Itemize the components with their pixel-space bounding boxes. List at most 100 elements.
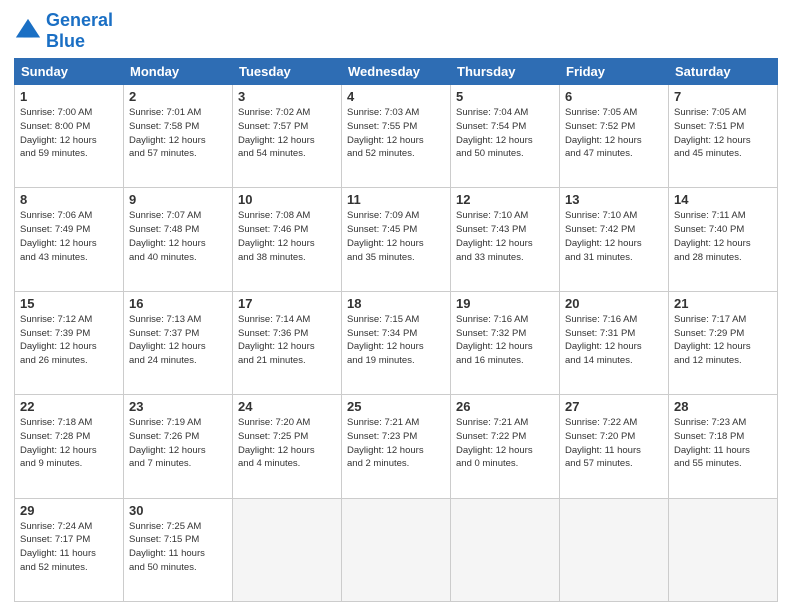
day-info: Sunrise: 7:03 AM Sunset: 7:55 PM Dayligh… [347, 106, 445, 161]
day-number: 20 [565, 296, 663, 311]
day-info: Sunrise: 7:11 AM Sunset: 7:40 PM Dayligh… [674, 209, 772, 264]
day-info: Sunrise: 7:10 AM Sunset: 7:43 PM Dayligh… [456, 209, 554, 264]
day-number: 24 [238, 399, 336, 414]
calendar-header-cell: Thursday [451, 59, 560, 85]
calendar-cell [233, 498, 342, 601]
calendar-week-row: 22 Sunrise: 7:18 AM Sunset: 7:28 PM Dayli… [15, 395, 778, 498]
day-number: 18 [347, 296, 445, 311]
day-info: Sunrise: 7:25 AM Sunset: 7:15 PM Dayligh… [129, 520, 227, 575]
day-number: 19 [456, 296, 554, 311]
day-info: Sunrise: 7:24 AM Sunset: 7:17 PM Dayligh… [20, 520, 118, 575]
calendar-cell: 10 Sunrise: 7:08 AM Sunset: 7:46 PM Dayli… [233, 188, 342, 291]
calendar-cell: 13 Sunrise: 7:10 AM Sunset: 7:42 PM Dayli… [560, 188, 669, 291]
day-number: 9 [129, 192, 227, 207]
day-info: Sunrise: 7:02 AM Sunset: 7:57 PM Dayligh… [238, 106, 336, 161]
day-info: Sunrise: 7:15 AM Sunset: 7:34 PM Dayligh… [347, 313, 445, 368]
calendar-cell: 1 Sunrise: 7:00 AM Sunset: 8:00 PM Daylig… [15, 85, 124, 188]
day-number: 26 [456, 399, 554, 414]
calendar-cell: 14 Sunrise: 7:11 AM Sunset: 7:40 PM Dayli… [669, 188, 778, 291]
calendar-cell: 28 Sunrise: 7:23 AM Sunset: 7:18 PM Dayli… [669, 395, 778, 498]
calendar-cell: 19 Sunrise: 7:16 AM Sunset: 7:32 PM Dayli… [451, 291, 560, 394]
calendar-cell: 11 Sunrise: 7:09 AM Sunset: 7:45 PM Dayli… [342, 188, 451, 291]
calendar-cell [451, 498, 560, 601]
day-info: Sunrise: 7:10 AM Sunset: 7:42 PM Dayligh… [565, 209, 663, 264]
day-number: 4 [347, 89, 445, 104]
day-number: 8 [20, 192, 118, 207]
calendar-cell: 12 Sunrise: 7:10 AM Sunset: 7:43 PM Dayli… [451, 188, 560, 291]
calendar-week-row: 29 Sunrise: 7:24 AM Sunset: 7:17 PM Dayli… [15, 498, 778, 601]
calendar-table: SundayMondayTuesdayWednesdayThursdayFrid… [14, 58, 778, 602]
calendar-cell: 3 Sunrise: 7:02 AM Sunset: 7:57 PM Daylig… [233, 85, 342, 188]
calendar-cell: 18 Sunrise: 7:15 AM Sunset: 7:34 PM Dayli… [342, 291, 451, 394]
calendar-cell: 27 Sunrise: 7:22 AM Sunset: 7:20 PM Dayli… [560, 395, 669, 498]
calendar-week-row: 1 Sunrise: 7:00 AM Sunset: 8:00 PM Daylig… [15, 85, 778, 188]
day-info: Sunrise: 7:19 AM Sunset: 7:26 PM Dayligh… [129, 416, 227, 471]
calendar-cell: 6Sunrise: 7:05 AM Sunset: 7:52 PM Daylig… [560, 85, 669, 188]
calendar-cell: 5Sunrise: 7:04 AM Sunset: 7:54 PM Daylig… [451, 85, 560, 188]
day-number: 16 [129, 296, 227, 311]
calendar-header-row: SundayMondayTuesdayWednesdayThursdayFrid… [15, 59, 778, 85]
day-number: 28 [674, 399, 772, 414]
calendar-cell: 9 Sunrise: 7:07 AM Sunset: 7:48 PM Daylig… [124, 188, 233, 291]
day-info: Sunrise: 7:06 AM Sunset: 7:49 PM Dayligh… [20, 209, 118, 264]
day-info: Sunrise: 7:16 AM Sunset: 7:31 PM Dayligh… [565, 313, 663, 368]
day-info: Sunrise: 7:20 AM Sunset: 7:25 PM Dayligh… [238, 416, 336, 471]
day-number: 14 [674, 192, 772, 207]
calendar-header-cell: Monday [124, 59, 233, 85]
day-info: Sunrise: 7:18 AM Sunset: 7:28 PM Dayligh… [20, 416, 118, 471]
calendar-week-row: 15Sunrise: 7:12 AM Sunset: 7:39 PM Dayli… [15, 291, 778, 394]
calendar-header-cell: Sunday [15, 59, 124, 85]
day-number: 11 [347, 192, 445, 207]
logo: GeneralBlue [14, 10, 113, 52]
logo-icon [14, 17, 42, 45]
day-number: 13 [565, 192, 663, 207]
calendar-cell: 17Sunrise: 7:14 AM Sunset: 7:36 PM Dayli… [233, 291, 342, 394]
calendar-cell: 30 Sunrise: 7:25 AM Sunset: 7:15 PM Dayli… [124, 498, 233, 601]
page: GeneralBlue SundayMondayTuesdayWednesday… [0, 0, 792, 612]
day-info: Sunrise: 7:01 AM Sunset: 7:58 PM Dayligh… [129, 106, 227, 161]
calendar-header-cell: Saturday [669, 59, 778, 85]
calendar-cell [560, 498, 669, 601]
calendar-body: 1 Sunrise: 7:00 AM Sunset: 8:00 PM Daylig… [15, 85, 778, 602]
day-info: Sunrise: 7:08 AM Sunset: 7:46 PM Dayligh… [238, 209, 336, 264]
calendar-header-cell: Friday [560, 59, 669, 85]
calendar-cell: 15Sunrise: 7:12 AM Sunset: 7:39 PM Dayli… [15, 291, 124, 394]
day-info: Sunrise: 7:07 AM Sunset: 7:48 PM Dayligh… [129, 209, 227, 264]
day-info: Sunrise: 7:00 AM Sunset: 8:00 PM Dayligh… [20, 106, 118, 161]
day-info: Sunrise: 7:14 AM Sunset: 7:36 PM Dayligh… [238, 313, 336, 368]
calendar-cell: 16 Sunrise: 7:13 AM Sunset: 7:37 PM Dayli… [124, 291, 233, 394]
day-number: 3 [238, 89, 336, 104]
day-number: 22 [20, 399, 118, 414]
day-number: 27 [565, 399, 663, 414]
calendar-cell: 7Sunrise: 7:05 AM Sunset: 7:51 PM Daylig… [669, 85, 778, 188]
day-info: Sunrise: 7:13 AM Sunset: 7:37 PM Dayligh… [129, 313, 227, 368]
logo-text: GeneralBlue [46, 10, 113, 52]
calendar-header-cell: Wednesday [342, 59, 451, 85]
day-number: 30 [129, 503, 227, 518]
calendar-week-row: 8 Sunrise: 7:06 AM Sunset: 7:49 PM Daylig… [15, 188, 778, 291]
calendar-cell: 25Sunrise: 7:21 AM Sunset: 7:23 PM Dayli… [342, 395, 451, 498]
calendar-cell: 8 Sunrise: 7:06 AM Sunset: 7:49 PM Daylig… [15, 188, 124, 291]
day-info: Sunrise: 7:16 AM Sunset: 7:32 PM Dayligh… [456, 313, 554, 368]
day-number: 5 [456, 89, 554, 104]
day-info: Sunrise: 7:17 AM Sunset: 7:29 PM Dayligh… [674, 313, 772, 368]
day-info: Sunrise: 7:23 AM Sunset: 7:18 PM Dayligh… [674, 416, 772, 471]
calendar-cell: 20 Sunrise: 7:16 AM Sunset: 7:31 PM Dayli… [560, 291, 669, 394]
calendar-cell: 29 Sunrise: 7:24 AM Sunset: 7:17 PM Dayli… [15, 498, 124, 601]
calendar-cell: 24 Sunrise: 7:20 AM Sunset: 7:25 PM Dayli… [233, 395, 342, 498]
day-number: 21 [674, 296, 772, 311]
day-info: Sunrise: 7:09 AM Sunset: 7:45 PM Dayligh… [347, 209, 445, 264]
calendar-cell [669, 498, 778, 601]
day-number: 23 [129, 399, 227, 414]
calendar-cell: 26 Sunrise: 7:21 AM Sunset: 7:22 PM Dayli… [451, 395, 560, 498]
calendar-cell: 23 Sunrise: 7:19 AM Sunset: 7:26 PM Dayli… [124, 395, 233, 498]
day-number: 10 [238, 192, 336, 207]
calendar-cell: 21 Sunrise: 7:17 AM Sunset: 7:29 PM Dayli… [669, 291, 778, 394]
day-info: Sunrise: 7:22 AM Sunset: 7:20 PM Dayligh… [565, 416, 663, 471]
day-info: Sunrise: 7:21 AM Sunset: 7:22 PM Dayligh… [456, 416, 554, 471]
day-number: 2 [129, 89, 227, 104]
day-number: 25 [347, 399, 445, 414]
day-number: 29 [20, 503, 118, 518]
day-number: 1 [20, 89, 118, 104]
day-number: 12 [456, 192, 554, 207]
